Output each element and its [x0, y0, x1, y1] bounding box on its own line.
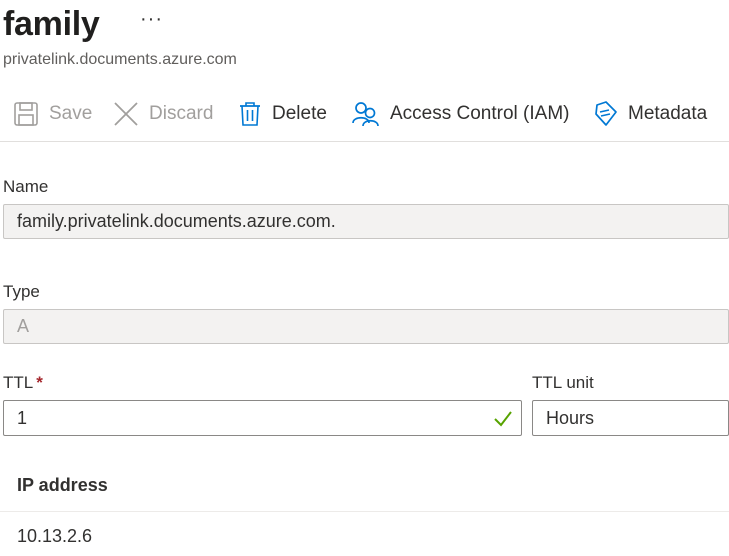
grid-divider — [0, 511, 729, 512]
checkmark-icon — [494, 411, 512, 427]
tag-icon — [595, 101, 617, 126]
metadata-button[interactable]: Metadata — [594, 92, 707, 136]
type-value: A — [17, 316, 30, 336]
more-actions-button[interactable]: ··· — [140, 8, 163, 31]
ttl-input[interactable]: 1 — [3, 400, 522, 436]
ip-address-column-header: IP address — [17, 475, 108, 495]
name-field[interactable]: family.privatelink.documents.azure.com. — [3, 204, 729, 239]
type-field: A — [3, 309, 729, 344]
name-label: Name — [3, 177, 49, 196]
required-marker: * — [36, 373, 43, 392]
ttl-unit-dropdown[interactable]: Hours — [532, 400, 729, 436]
ip-address-cell[interactable]: 10.13.2.6 — [17, 526, 92, 547]
discard-button[interactable]: Discard — [113, 92, 213, 136]
page-title: family — [3, 5, 100, 43]
ttl-unit-value: Hours — [546, 407, 595, 428]
name-value: family.privatelink.documents.azure.com. — [17, 211, 336, 231]
delete-label: Delete — [272, 103, 327, 124]
ttl-unit-label: TTL unit — [532, 373, 594, 392]
delete-button[interactable]: Delete — [238, 92, 327, 136]
save-button[interactable]: Save — [13, 92, 92, 136]
ttl-label-text: TTL — [3, 373, 34, 392]
people-icon — [352, 102, 379, 127]
access-control-label: Access Control (IAM) — [390, 103, 570, 124]
close-icon — [114, 102, 138, 126]
access-control-button[interactable]: Access Control (IAM) — [352, 92, 569, 136]
save-label: Save — [49, 103, 93, 124]
ttl-label: TTL * — [3, 373, 43, 393]
save-icon — [14, 102, 38, 126]
toolbar-divider — [0, 141, 729, 142]
type-label: Type — [3, 282, 40, 301]
command-bar: Save Discard Delete Access Control (IAM) — [0, 92, 729, 138]
ttl-value: 1 — [17, 407, 28, 428]
trash-icon — [240, 102, 260, 126]
page-subtitle: privatelink.documents.azure.com — [3, 51, 237, 68]
metadata-label: Metadata — [628, 103, 708, 124]
discard-label: Discard — [149, 103, 214, 124]
